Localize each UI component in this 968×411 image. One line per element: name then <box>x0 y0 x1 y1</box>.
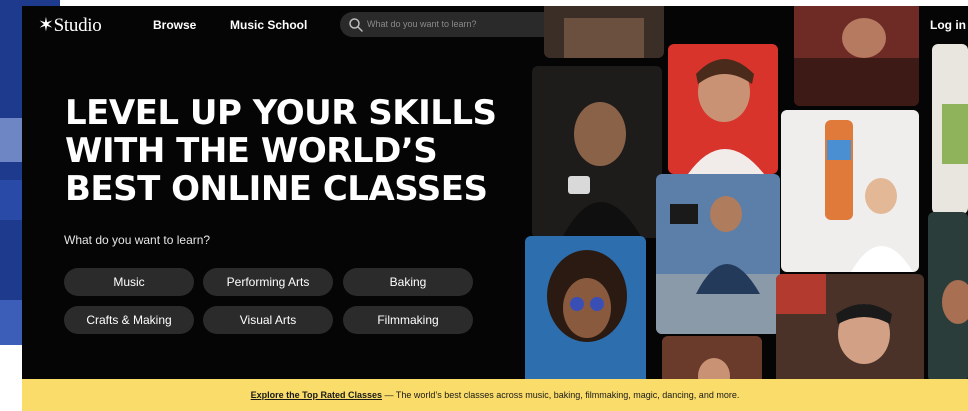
instructor-photo-image <box>525 236 646 379</box>
headline-line: BEST ONLINE CLASSES <box>65 169 488 209</box>
nav-browse[interactable]: Browse <box>153 18 196 32</box>
background-strip <box>0 345 22 411</box>
instructor-photo[interactable] <box>662 336 762 379</box>
instructor-photo[interactable] <box>656 174 780 334</box>
instructor-photo[interactable] <box>532 66 662 238</box>
instructor-photo-image <box>776 274 924 379</box>
category-performing-arts-button[interactable]: Performing Arts <box>203 268 333 296</box>
hero-panel: ✶Studio Browse Music School What do you … <box>22 6 968 379</box>
instructor-photo[interactable] <box>928 212 968 379</box>
login-link[interactable]: Log in <box>930 18 966 32</box>
category-baking-button[interactable]: Baking <box>343 268 473 296</box>
instructor-photo-image <box>668 44 778 174</box>
instructor-photo-image <box>794 6 919 106</box>
category-visual-arts-button[interactable]: Visual Arts <box>203 306 333 334</box>
search-icon <box>349 18 363 32</box>
instructor-photo[interactable] <box>781 110 919 272</box>
instructor-photo-image <box>656 174 780 334</box>
instructor-photo[interactable] <box>932 44 968 214</box>
instructor-photo-image <box>544 6 664 58</box>
search-placeholder: What do you want to learn? <box>367 19 477 29</box>
category-music-button[interactable]: Music <box>64 268 194 296</box>
instructor-photo-image <box>932 44 968 214</box>
category-filmmaking-button[interactable]: Filmmaking <box>343 306 473 334</box>
instructor-photo[interactable] <box>776 274 924 379</box>
hero-question: What do you want to learn? <box>64 233 211 247</box>
instructor-photo[interactable] <box>668 44 778 174</box>
instructor-photo[interactable] <box>794 6 919 106</box>
instructor-photo-image <box>781 110 919 272</box>
headline-line: LEVEL UP YOUR SKILLS <box>65 93 497 133</box>
banner-text: Explore the Top Rated Classes — The worl… <box>22 390 968 400</box>
brand-logo[interactable]: ✶Studio <box>38 14 102 37</box>
category-crafts-making-button[interactable]: Crafts & Making <box>64 306 194 334</box>
hero-headline: LEVEL UP YOUR SKILLS WITH THE WORLD’S BE… <box>65 94 497 208</box>
promo-banner: Explore the Top Rated Classes — The worl… <box>22 379 968 411</box>
nav-music-school[interactable]: Music School <box>230 18 307 32</box>
instructor-photo-image <box>928 212 968 379</box>
instructor-photo[interactable] <box>544 6 664 58</box>
banner-link[interactable]: Explore the Top Rated Classes <box>251 390 382 400</box>
headline-line: WITH THE WORLD’S <box>65 131 438 171</box>
instructor-photo-image <box>662 336 762 379</box>
instructor-photo[interactable] <box>525 236 646 379</box>
instructor-photo-image <box>532 66 662 238</box>
banner-description: — The world’s best classes across music,… <box>382 390 740 400</box>
